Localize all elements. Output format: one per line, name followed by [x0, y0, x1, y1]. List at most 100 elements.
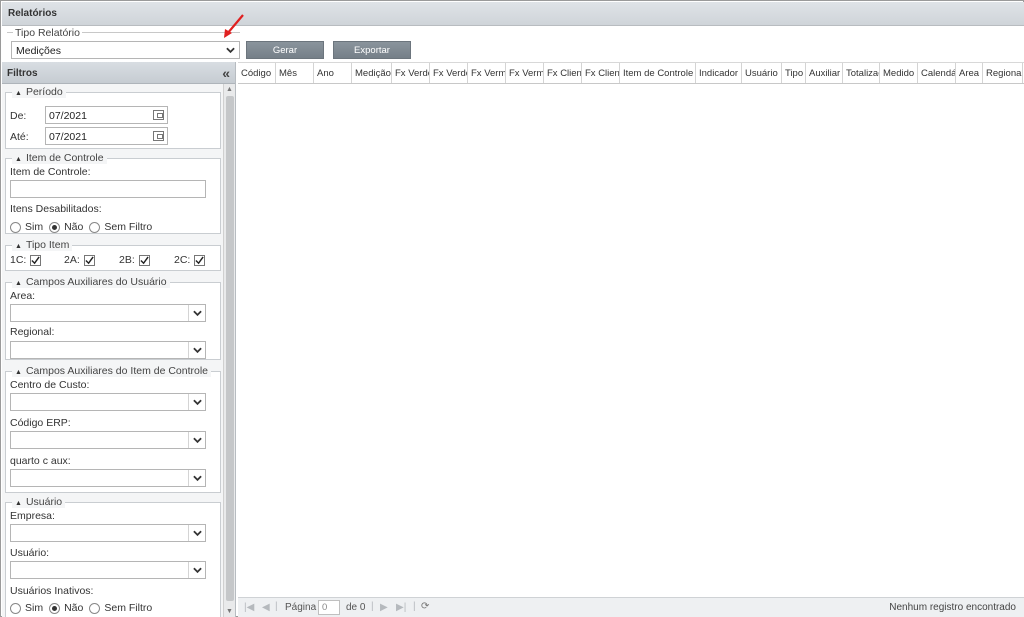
ate-input[interactable]: 07/2021 [45, 127, 168, 145]
usuario-legend[interactable]: ▲ Usuário [12, 496, 66, 508]
prev-page-icon[interactable]: ◀ [262, 602, 270, 613]
column-header[interactable]: Item de Controle [620, 63, 696, 83]
radio-sem-filtro[interactable]: Sem Filtro [89, 221, 152, 233]
radio-nao-circle[interactable] [49, 221, 61, 233]
scroll-up-icon[interactable]: ▲ [226, 86, 233, 93]
column-header[interactable]: Fx Client [582, 63, 620, 83]
usuario-title: Usuário [25, 496, 63, 508]
next-page-icon[interactable]: ▶ [380, 602, 388, 613]
column-header[interactable]: Fx Verde [430, 63, 468, 83]
checkbox-2a[interactable]: 2A: [64, 254, 95, 266]
column-header[interactable]: Medido [880, 63, 918, 83]
tipo-item-group: ▲ Tipo Item 1C: 2A: 2B: 2C: [5, 239, 221, 271]
empresa-select[interactable] [10, 524, 206, 542]
chevron-down-icon[interactable] [188, 432, 205, 448]
item-controle-title: Item de Controle [25, 152, 104, 164]
item-controle-legend[interactable]: ▲ Item de Controle [12, 152, 107, 164]
radio-nao[interactable]: Não [49, 602, 83, 614]
chevron-down-icon[interactable] [222, 42, 239, 58]
item-controle-group: ▲ Item de Controle Item de Controle: Iten… [5, 152, 221, 234]
column-header[interactable]: Area [956, 63, 983, 83]
collapse-triangle-icon: ▲ [15, 90, 22, 97]
radio-sem-filtro-circle[interactable] [89, 221, 101, 233]
checkbox-2c[interactable]: 2C: [174, 254, 206, 266]
filters-scrollbar[interactable]: ▲ ▼ [223, 84, 235, 617]
column-header[interactable]: Fx Verme [506, 63, 544, 83]
chevron-down-icon[interactable] [188, 394, 205, 410]
window-titlebar: Relatórios [2, 2, 1024, 26]
checkbox-2b[interactable]: 2B: [119, 254, 150, 266]
scrollbar-thumb[interactable] [226, 96, 234, 601]
ate-label: Até: [10, 131, 29, 143]
page-label: Página [285, 602, 317, 613]
de-input[interactable]: 07/2021 [45, 106, 168, 124]
itens-desabilitados-radio-group: Sim Não Sem Filtro [10, 221, 158, 233]
checkbox-2a-box[interactable] [83, 254, 95, 266]
gerar-button[interactable]: Gerar [246, 41, 324, 59]
scroll-down-icon[interactable]: ▼ [226, 608, 233, 615]
chevron-down-icon[interactable] [188, 470, 205, 486]
results-grid: Código Mês Ano Medição Fx Verde Fx Verde Fx Ve… [238, 62, 1024, 617]
radio-nao[interactable]: Não [49, 221, 83, 233]
codigo-erp-select[interactable] [10, 431, 206, 449]
column-header[interactable]: Usuário [742, 63, 782, 83]
column-header[interactable]: Totalizac [843, 63, 880, 83]
checkbox-1c[interactable]: 1C: [10, 254, 42, 266]
item-controle-input[interactable] [10, 180, 206, 198]
collapse-panel-icon[interactable]: « [222, 65, 230, 81]
radio-sem-filtro-circle[interactable] [89, 602, 101, 614]
column-header[interactable]: Auxiliar [806, 63, 843, 83]
area-select[interactable] [10, 304, 206, 322]
chevron-down-icon[interactable] [188, 342, 205, 358]
refresh-icon[interactable]: ⟳ [421, 601, 429, 612]
campos-usuario-legend[interactable]: ▲ Campos Auxiliares do Usuário [12, 276, 170, 288]
column-header[interactable]: Tipo [782, 63, 806, 83]
first-page-icon[interactable]: |◀ [244, 602, 254, 613]
usuario-select[interactable] [10, 561, 206, 579]
periodo-legend[interactable]: ▲ Período [12, 86, 66, 98]
campos-item-legend[interactable]: ▲ Campos Auxiliares do Item de Controle [12, 365, 212, 377]
column-header[interactable]: Indicador [696, 63, 742, 83]
column-header[interactable]: Medição [352, 63, 392, 83]
filters-panel: Filtros « ▲ Período De: 07/2021 Até: 07/2… [2, 62, 236, 617]
calendar-icon[interactable] [153, 110, 164, 120]
column-header[interactable]: Fx Client [544, 63, 582, 83]
chevron-down-icon[interactable] [188, 305, 205, 321]
centro-custo-label: Centro de Custo: [10, 379, 90, 391]
radio-sim[interactable]: Sim [10, 602, 43, 614]
calendar-icon[interactable] [153, 131, 164, 141]
page-input[interactable]: 0 [318, 600, 340, 615]
radio-sim-circle[interactable] [10, 602, 21, 614]
column-header[interactable]: Calendár [918, 63, 956, 83]
campos-item-title: Campos Auxiliares do Item de Controle [25, 365, 209, 377]
checkbox-2c-box[interactable] [194, 254, 206, 266]
annotation-arrow-icon [224, 14, 244, 38]
centro-custo-select[interactable] [10, 393, 206, 411]
area-label: Area: [10, 290, 36, 302]
checkbox-2b-label: 2B: [119, 254, 135, 266]
column-header[interactable]: Ano [314, 63, 352, 83]
tipo-item-legend[interactable]: ▲ Tipo Item [12, 239, 73, 251]
column-header[interactable]: Mês [276, 63, 314, 83]
last-page-icon[interactable]: ▶| [396, 602, 406, 613]
collapse-triangle-icon: ▲ [15, 156, 22, 163]
chevron-down-icon[interactable] [188, 562, 205, 578]
column-header[interactable]: Fx Verme [468, 63, 506, 83]
radio-sim-circle[interactable] [10, 221, 21, 233]
radio-sem-filtro[interactable]: Sem Filtro [89, 602, 152, 614]
tipo-relatorio-select[interactable]: Medições [11, 41, 240, 59]
column-header[interactable]: Regional [983, 63, 1023, 83]
checkbox-1c-box[interactable] [30, 254, 42, 266]
usuario-label: Usuário: [10, 547, 50, 559]
column-header[interactable]: Fx Verde [392, 63, 430, 83]
radio-sim-label: Sim [25, 602, 44, 614]
regional-select[interactable] [10, 341, 206, 359]
campos-item-group: ▲ Campos Auxiliares do Item de Controle C… [5, 365, 221, 493]
exportar-button[interactable]: Exportar [333, 41, 411, 59]
column-header[interactable]: Código [238, 63, 276, 83]
checkbox-2b-box[interactable] [138, 254, 150, 266]
quarto-select[interactable] [10, 469, 206, 487]
chevron-down-icon[interactable] [188, 525, 205, 541]
radio-sim[interactable]: Sim [10, 221, 43, 233]
radio-nao-circle[interactable] [49, 602, 61, 614]
